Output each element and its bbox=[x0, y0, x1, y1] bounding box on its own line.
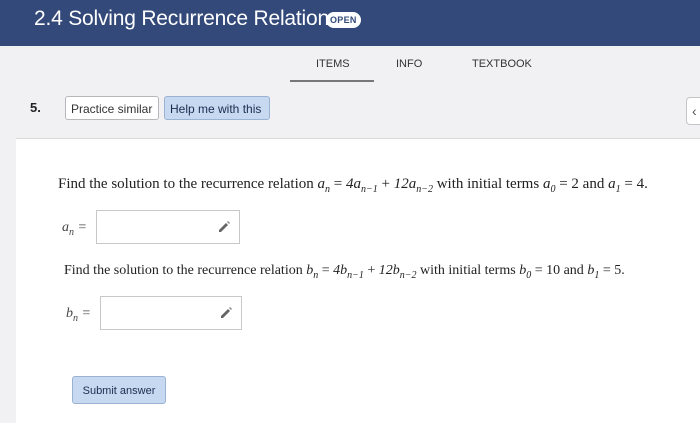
question-part1-text: Find the solution to the recurrence rela… bbox=[58, 176, 648, 195]
tab-bar: ITEMS INFO TEXTBOOK bbox=[0, 58, 700, 88]
answer-label-a: an = bbox=[62, 220, 87, 238]
practice-similar-button[interactable]: Practice similar bbox=[65, 96, 159, 120]
tab-items[interactable]: ITEMS bbox=[290, 58, 374, 82]
help-me-button[interactable]: Help me with this bbox=[164, 96, 270, 120]
answer-label-b: bn = bbox=[66, 306, 91, 324]
pencil-icon[interactable] bbox=[219, 305, 233, 319]
tab-textbook[interactable]: TEXTBOOK bbox=[472, 58, 532, 70]
answer-input-b[interactable] bbox=[100, 296, 242, 330]
chevron-left-icon: ‹ bbox=[692, 103, 697, 119]
answer-input-a[interactable] bbox=[96, 210, 240, 244]
pencil-icon[interactable] bbox=[217, 219, 231, 233]
submit-answer-button[interactable]: Submit answer bbox=[72, 376, 166, 404]
page-title: 2.4 Solving Recurrence Relations bbox=[34, 7, 340, 30]
header-bar: 2.4 Solving Recurrence Relations OPEN bbox=[0, 0, 700, 46]
question-number: 5. bbox=[30, 100, 41, 115]
collapse-panel-button[interactable]: ‹ bbox=[686, 97, 700, 125]
question-part2-text: Find the solution to the recurrence rela… bbox=[64, 263, 625, 281]
tab-info[interactable]: INFO bbox=[396, 58, 422, 70]
open-badge: OPEN bbox=[326, 12, 361, 28]
